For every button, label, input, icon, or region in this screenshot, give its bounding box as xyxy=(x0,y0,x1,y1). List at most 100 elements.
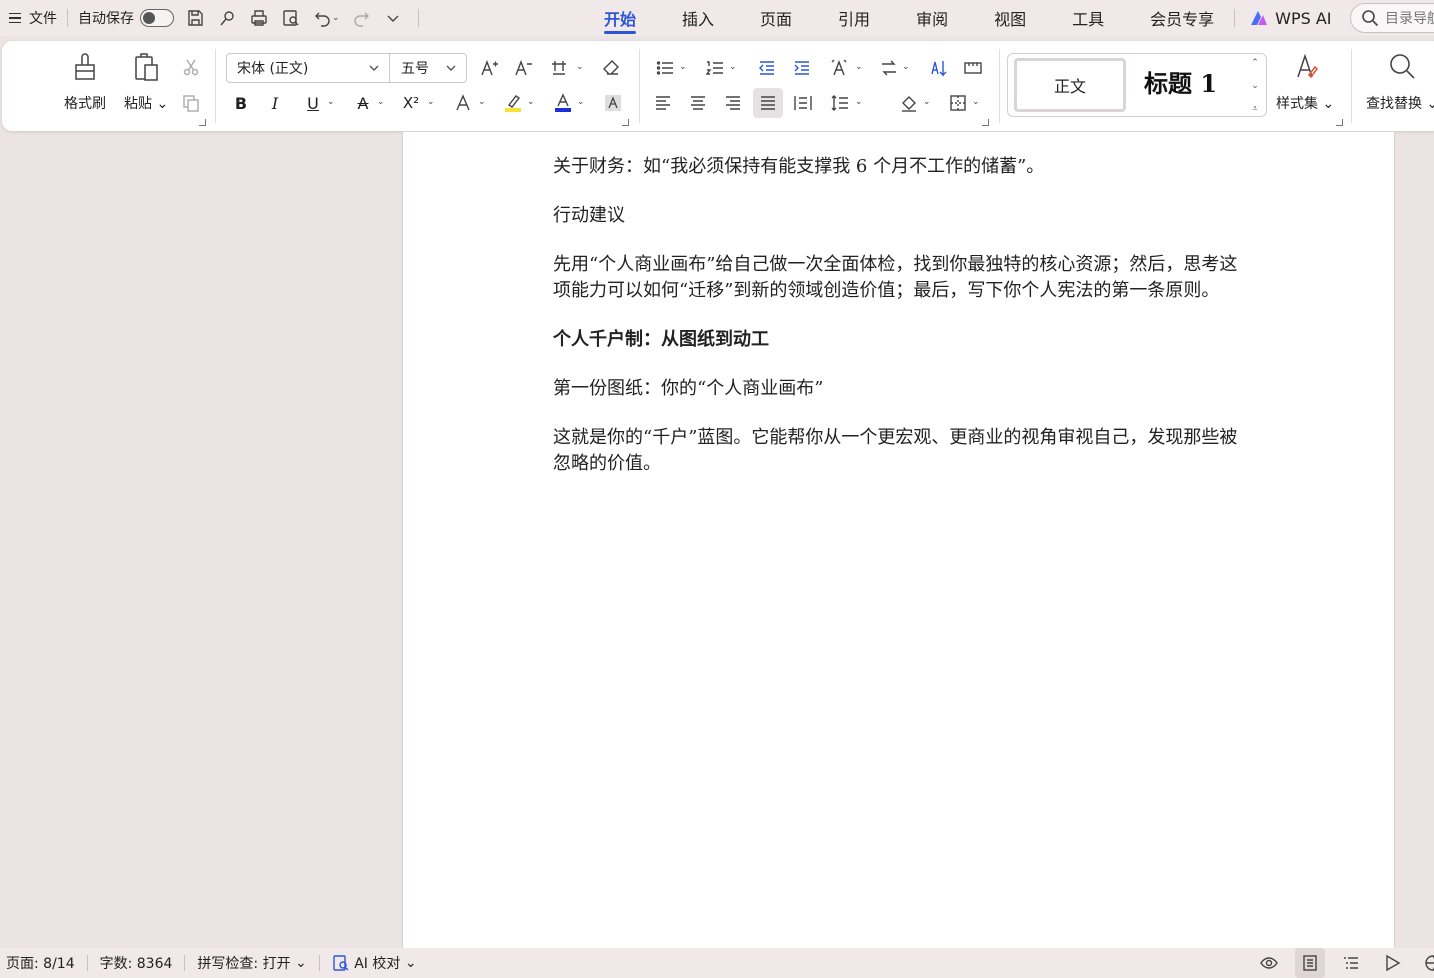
tab-view[interactable]: 视图 xyxy=(980,0,1040,36)
chevron-down-icon[interactable]: ⌄ xyxy=(923,97,931,107)
borders-icon[interactable] xyxy=(945,90,971,116)
style-normal[interactable]: 正文 xyxy=(1014,58,1126,112)
autosave-toggle[interactable] xyxy=(140,9,174,27)
clipboard-dialog-launcher[interactable] xyxy=(199,119,206,126)
expand-gallery-icon[interactable]: ⩡ xyxy=(1252,104,1257,114)
save-icon[interactable] xyxy=(184,7,206,29)
chevron-down-icon[interactable]: ⌄ xyxy=(729,62,737,72)
chevron-down-icon[interactable]: ⌄ xyxy=(902,62,910,72)
cut-icon[interactable] xyxy=(178,54,204,80)
customize-chevron-icon[interactable] xyxy=(382,7,404,29)
align-center-icon[interactable] xyxy=(685,90,711,116)
paste-button[interactable]: 粘贴 ⌄ xyxy=(124,51,168,113)
tab-insert[interactable]: 插入 xyxy=(668,0,728,36)
tab-references[interactable]: 引用 xyxy=(824,0,884,36)
autosave[interactable]: 自动保存 xyxy=(78,0,174,36)
word-count[interactable]: 字数: 8364 xyxy=(100,953,173,973)
chevron-down-icon[interactable]: ⌄ xyxy=(427,97,435,107)
text-direction-icon[interactable] xyxy=(826,55,852,81)
paragraph-dialog-launcher[interactable] xyxy=(982,119,989,126)
tab-member[interactable]: 会员专享 xyxy=(1136,0,1228,36)
align-right-icon[interactable] xyxy=(720,90,746,116)
justify-icon[interactable] xyxy=(753,88,783,118)
undo-chevron-icon[interactable]: ⌄ xyxy=(332,13,340,23)
grow-font-icon[interactable] xyxy=(476,55,502,81)
text-effect-icon[interactable] xyxy=(450,90,476,116)
page-indicator[interactable]: 页面: 8/14 xyxy=(6,953,75,973)
print-icon[interactable] xyxy=(248,7,270,29)
chevron-down-icon[interactable]: ⌄ xyxy=(577,97,585,107)
navigation-search-input[interactable]: 目录导航 xyxy=(1350,3,1434,33)
shading-icon[interactable] xyxy=(896,90,922,116)
format-painter-quick-icon[interactable] xyxy=(216,7,238,29)
spell-check-toggle[interactable]: 拼写检查: 打开 ⌄ xyxy=(197,953,306,973)
redo-icon[interactable] xyxy=(350,7,372,29)
style-heading1[interactable]: 标题 1 xyxy=(1144,64,1217,99)
character-shading-icon[interactable] xyxy=(600,90,626,116)
highlight-icon[interactable] xyxy=(500,90,526,116)
document-page[interactable]: 关于财务：如“我必须保持有能支撑我 6 个月不工作的储蓄”。 行动建议 先用“个… xyxy=(402,132,1395,948)
strikethrough-button[interactable]: A xyxy=(350,90,376,116)
bold-button[interactable]: B xyxy=(228,90,254,116)
chevron-down-icon[interactable]: ⌄ xyxy=(327,97,335,107)
print-preview-icon[interactable] xyxy=(280,7,302,29)
tab-review[interactable]: 审阅 xyxy=(902,0,962,36)
paragraph[interactable]: 这就是你的“千户”蓝图。它能帮你从一个更宏观、更商业的视角审视自己，发现那些被忽… xyxy=(553,425,1253,477)
clear-format-icon[interactable] xyxy=(598,55,624,81)
distributed-align-icon[interactable] xyxy=(790,90,816,116)
file-menu[interactable]: 文件 xyxy=(0,0,57,36)
styles-gallery: 正文 标题 1 ⌃ ⌄ ⩡ xyxy=(1007,53,1267,117)
chevron-down-icon[interactable]: ⌄ xyxy=(576,62,584,72)
font-name-select[interactable]: 宋体 (正文) xyxy=(226,53,390,83)
outline-view-icon[interactable] xyxy=(1336,948,1366,978)
italic-button[interactable]: I xyxy=(262,90,288,116)
numbered-list-icon[interactable] xyxy=(702,55,728,81)
line-spacing-icon[interactable] xyxy=(827,90,853,116)
chevron-down-icon[interactable]: ⌄ xyxy=(527,97,535,107)
find-replace-label: 查找替换 ⌄ xyxy=(1366,96,1434,112)
font-dialog-launcher[interactable] xyxy=(622,119,629,126)
chevron-down-icon[interactable]: ⌄ xyxy=(679,62,687,72)
shrink-font-icon[interactable] xyxy=(510,55,536,81)
bullet-list-icon[interactable] xyxy=(652,55,678,81)
paragraph[interactable]: 先用“个人商业画布”给自己做一次全面体检，找到你最独特的核心资源；然后，思考这项… xyxy=(553,252,1253,304)
chevron-down-icon[interactable]: ⌄ xyxy=(855,62,863,72)
find-replace-button[interactable]: 查找替换 ⌄ xyxy=(1366,51,1434,113)
ai-proofread-button[interactable]: AI 校对 ⌄ xyxy=(332,953,417,973)
underline-button[interactable]: U xyxy=(300,90,326,116)
chevron-up-icon[interactable]: ⌃ xyxy=(1251,58,1259,68)
read-mode-icon[interactable] xyxy=(1377,948,1407,978)
document-body[interactable]: 关于财务：如“我必须保持有能支撑我 6 个月不工作的储蓄”。 行动建议 先用“个… xyxy=(553,154,1253,500)
sort-icon[interactable] xyxy=(926,55,952,81)
styles-dialog-launcher[interactable] xyxy=(1336,119,1343,126)
format-painter-button[interactable]: 格式刷 xyxy=(64,51,106,113)
paragraph[interactable]: 第一份图纸：你的“个人商业画布” xyxy=(553,376,1253,402)
page-view-icon[interactable] xyxy=(1295,948,1325,978)
eye-icon[interactable] xyxy=(1254,948,1284,978)
text-flow-icon[interactable] xyxy=(876,55,902,81)
decrease-indent-icon[interactable] xyxy=(754,55,780,81)
tab-home[interactable]: 开始 xyxy=(590,0,650,36)
phonetic-guide-icon[interactable] xyxy=(546,55,572,81)
copy-icon[interactable] xyxy=(178,90,204,116)
font-size-select[interactable]: 五号 xyxy=(389,53,467,83)
wps-ai-button[interactable]: WPS AI xyxy=(1249,9,1332,28)
tab-tools[interactable]: 工具 xyxy=(1058,0,1118,36)
show-marks-icon[interactable] xyxy=(960,55,986,81)
chevron-down-icon[interactable]: ⌄ xyxy=(478,97,486,107)
superscript-button[interactable]: X² xyxy=(398,90,424,116)
web-view-icon[interactable] xyxy=(1418,948,1434,978)
chevron-down-icon[interactable]: ⌄ xyxy=(855,97,863,107)
increase-indent-icon[interactable] xyxy=(789,55,815,81)
undo-icon[interactable] xyxy=(312,7,334,29)
chevron-down-icon[interactable]: ⌄ xyxy=(972,97,980,107)
font-color-icon[interactable] xyxy=(550,90,576,116)
style-set-button[interactable]: 样式集 ⌄ xyxy=(1276,51,1334,113)
chevron-down-icon[interactable]: ⌄ xyxy=(377,97,385,107)
align-left-icon[interactable] xyxy=(650,90,676,116)
paragraph[interactable]: 关于财务：如“我必须保持有能支撑我 6 个月不工作的储蓄”。 xyxy=(553,154,1253,180)
section-heading[interactable]: 个人千户制：从图纸到动工 xyxy=(553,327,1253,353)
tab-page[interactable]: 页面 xyxy=(746,0,806,36)
chevron-down-icon[interactable]: ⌄ xyxy=(1251,81,1259,91)
paragraph[interactable]: 行动建议 xyxy=(553,203,1253,229)
